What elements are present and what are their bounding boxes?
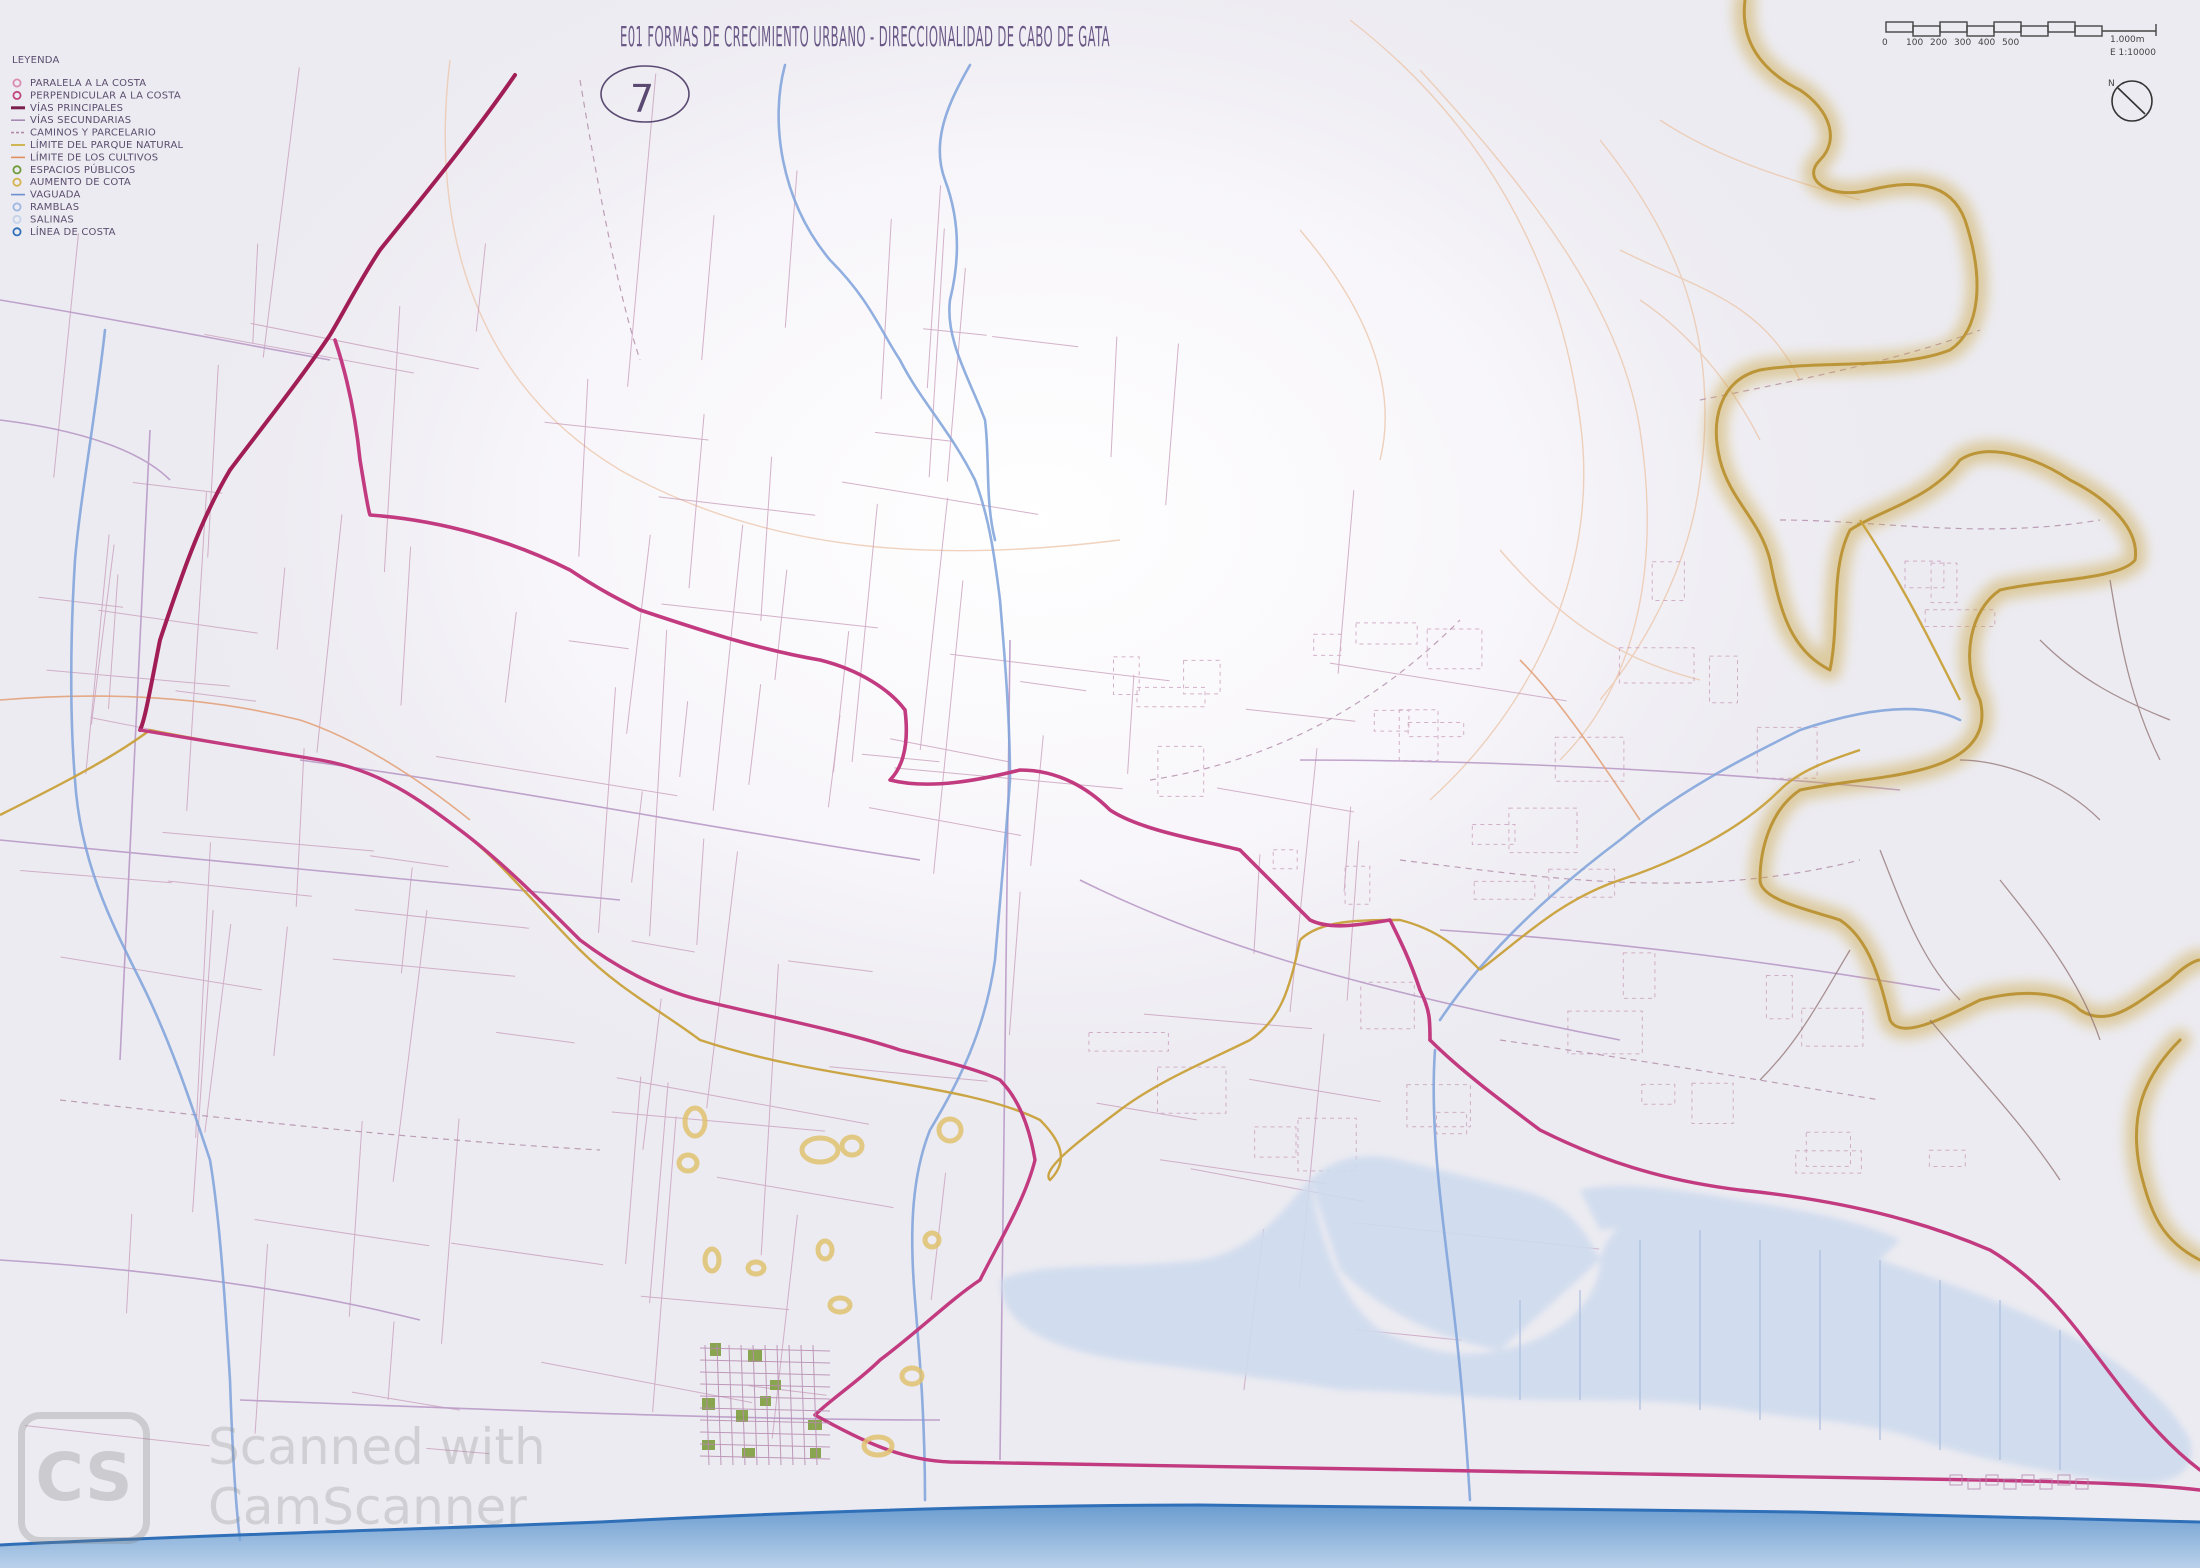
legend-item: PARALELA A LA COSTA: [12, 78, 146, 89]
public-space: [808, 1420, 822, 1430]
legend-label: LÍMITE DEL PARQUE NATURAL: [30, 138, 183, 151]
map-title: E01 FORMAS DE CRECIMIENTO URBANO - DIREC…: [620, 20, 1110, 53]
public-space: [710, 1343, 721, 1356]
map-canvas: E01 FORMAS DE CRECIMIENTO URBANO - DIREC…: [0, 0, 2200, 1568]
watermark-line-2: CamScanner: [208, 1478, 527, 1536]
legend-label: RAMBLAS: [30, 202, 79, 213]
scale-tick-label: 0: [1882, 38, 1888, 48]
camscanner-watermark: CS Scanned with CamScanner: [18, 1412, 618, 1552]
legend-label: LÍMITE DE LOS CULTIVOS: [30, 150, 158, 163]
scale-tick-label: 300: [1954, 38, 1971, 48]
scale-tick-label: 200: [1930, 38, 1947, 48]
camscanner-logo: CS: [18, 1412, 150, 1544]
legend-label: VÍAS SECUNDARIAS: [30, 113, 131, 126]
legend-label: ESPACIOS PÚBLICOS: [30, 163, 135, 176]
public-space: [736, 1410, 748, 1422]
scale-ratio: E 1:10000: [2110, 48, 2156, 58]
legend-label: CAMINOS Y PARCELARIO: [30, 128, 156, 139]
public-space: [770, 1380, 781, 1390]
legend-item: CAMINOS Y PARCELARIO: [11, 128, 156, 139]
public-space: [748, 1350, 762, 1362]
map-sheet: E01 FORMAS DE CRECIMIENTO URBANO - DIREC…: [0, 0, 2200, 1568]
sheet-number: 7: [630, 77, 654, 121]
legend-item: AUMENTO DE COTA: [12, 177, 131, 188]
legend-item: ESPACIOS PÚBLICOS: [12, 163, 135, 176]
legend-label: VÍAS PRINCIPALES: [30, 101, 123, 114]
scale-tick-label: 500: [2002, 38, 2019, 48]
public-space: [742, 1448, 755, 1458]
legend-item: LÍMITE DE LOS CULTIVOS: [11, 150, 158, 163]
scale-tick-label: 100: [1906, 38, 1923, 48]
legend-item: VÍAS SECUNDARIAS: [11, 113, 131, 126]
legend-item: PERPENDICULAR A LA COSTA: [12, 90, 181, 101]
scale-end-label: 1.000m: [2110, 35, 2145, 45]
legend-label: PERPENDICULAR A LA COSTA: [30, 90, 181, 101]
legend-label: LÍNEA DE COSTA: [30, 225, 116, 238]
legend-heading: LEYENDA: [12, 55, 60, 66]
legend-label: VAGUADA: [30, 190, 81, 201]
legend-label: AUMENTO DE COTA: [30, 177, 131, 188]
legend-item: LÍMITE DEL PARQUE NATURAL: [11, 138, 183, 151]
scale-tick-label: 400: [1978, 38, 1995, 48]
legend-label: PARALELA A LA COSTA: [30, 78, 146, 89]
public-space: [810, 1448, 821, 1458]
legend-label: SALINAS: [30, 214, 74, 225]
watermark-line-1: Scanned with: [208, 1418, 546, 1476]
north-arrow-label: N: [2108, 79, 2115, 89]
